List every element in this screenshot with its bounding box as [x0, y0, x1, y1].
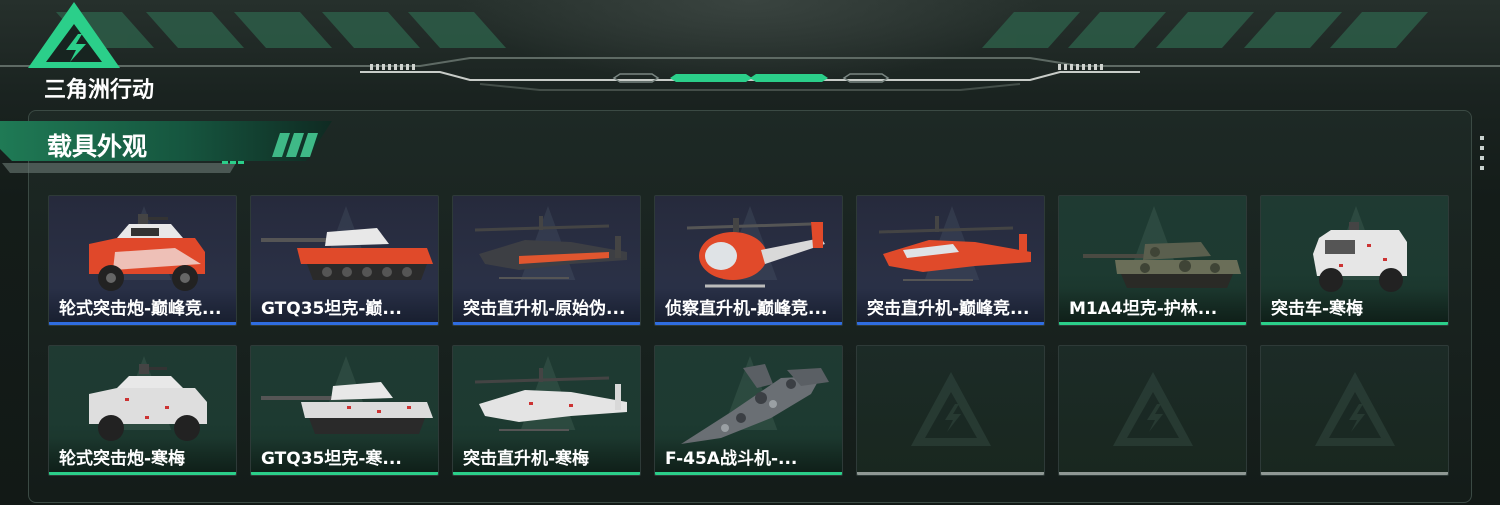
empty-slot-icon — [1113, 372, 1193, 446]
attack-helicopter-dark-icon — [474, 216, 627, 279]
rarity-bar — [49, 472, 236, 475]
vehicle-card-label: 侦察直升机-巅峰竞... — [655, 288, 842, 322]
rarity-bar — [453, 322, 640, 325]
header-bar: 三角洲行动 — [0, 0, 1500, 103]
vehicle-card-label: 突击直升机-原始伪... — [453, 288, 640, 322]
rarity-bar — [251, 322, 438, 325]
panel-scroll-indicator[interactable] — [1480, 136, 1484, 180]
vehicle-skin-grid: 轮式突击炮-巅峰竞... GTQ35坦克-巅... 突击直升机-原始伪... 侦… — [48, 195, 1449, 476]
empty-slot-icon — [1315, 372, 1395, 446]
armored-car-white-icon — [89, 364, 207, 441]
vehicle-card-label: F-45A战斗机-... — [655, 438, 842, 472]
rarity-bar — [453, 472, 640, 475]
empty-slot[interactable] — [1058, 345, 1247, 476]
attack-helicopter-white-icon — [474, 368, 627, 431]
app-logo-text: 三角洲行动 — [44, 78, 155, 103]
vehicle-card[interactable]: 轮式突击炮-巅峰竞... — [48, 195, 237, 326]
armored-car-orange-icon — [89, 214, 205, 291]
tank-orange-icon — [261, 228, 433, 280]
vehicle-card-label: 轮式突击炮-寒梅 — [49, 438, 236, 472]
rarity-bar — [251, 472, 438, 475]
tank-camo-icon — [1083, 242, 1241, 288]
vehicle-card-label: GTQ35坦克-巅... — [251, 288, 438, 322]
vehicle-card-label: M1A4坦克-护林... — [1059, 288, 1246, 322]
vehicle-card-label: 突击直升机-巅峰竞... — [857, 288, 1044, 322]
vehicle-card-label: 突击车-寒梅 — [1261, 288, 1448, 322]
vehicle-card[interactable]: GTQ35坦克-巅... — [250, 195, 439, 326]
vehicle-card-label: 轮式突击炮-巅峰竞... — [49, 288, 236, 322]
attack-helicopter-orange-icon — [878, 216, 1031, 281]
scout-helicopter-orange-icon — [686, 218, 825, 288]
rarity-bar — [1261, 472, 1448, 475]
rarity-bar — [857, 322, 1044, 325]
vehicle-card-label: 突击直升机-寒梅 — [453, 438, 640, 472]
tank-white-icon — [261, 382, 433, 434]
vehicle-card[interactable]: 突击直升机-寒梅 — [452, 345, 641, 476]
vehicle-card[interactable]: 突击直升机-原始伪... — [452, 195, 641, 326]
header-decoration — [0, 12, 1500, 91]
vehicle-card[interactable]: GTQ35坦克-寒... — [250, 345, 439, 476]
vehicle-card[interactable]: 突击车-寒梅 — [1260, 195, 1449, 326]
assault-vehicle-white-icon — [1313, 222, 1407, 292]
rarity-bar — [49, 322, 236, 325]
empty-slot[interactable] — [856, 345, 1045, 476]
vehicle-card[interactable]: 突击直升机-巅峰竞... — [856, 195, 1045, 326]
section-title: 载具外观 — [47, 132, 148, 161]
empty-slot[interactable] — [1260, 345, 1449, 476]
rarity-bar — [1059, 472, 1246, 475]
vehicle-card-label: GTQ35坦克-寒... — [251, 438, 438, 472]
vehicle-card[interactable]: 侦察直升机-巅峰竞... — [654, 195, 843, 326]
vehicle-card[interactable]: 轮式突击炮-寒梅 — [48, 345, 237, 476]
fighter-jet-camo-icon — [681, 364, 829, 444]
rarity-bar — [1261, 322, 1448, 325]
vehicle-card[interactable]: F-45A战斗机-... — [654, 345, 843, 476]
empty-slot-icon — [911, 372, 991, 446]
vehicle-card[interactable]: M1A4坦克-护林... — [1058, 195, 1247, 326]
rarity-bar — [1059, 322, 1246, 325]
rarity-bar — [857, 472, 1044, 475]
rarity-bar — [655, 472, 842, 475]
rarity-bar — [655, 322, 842, 325]
